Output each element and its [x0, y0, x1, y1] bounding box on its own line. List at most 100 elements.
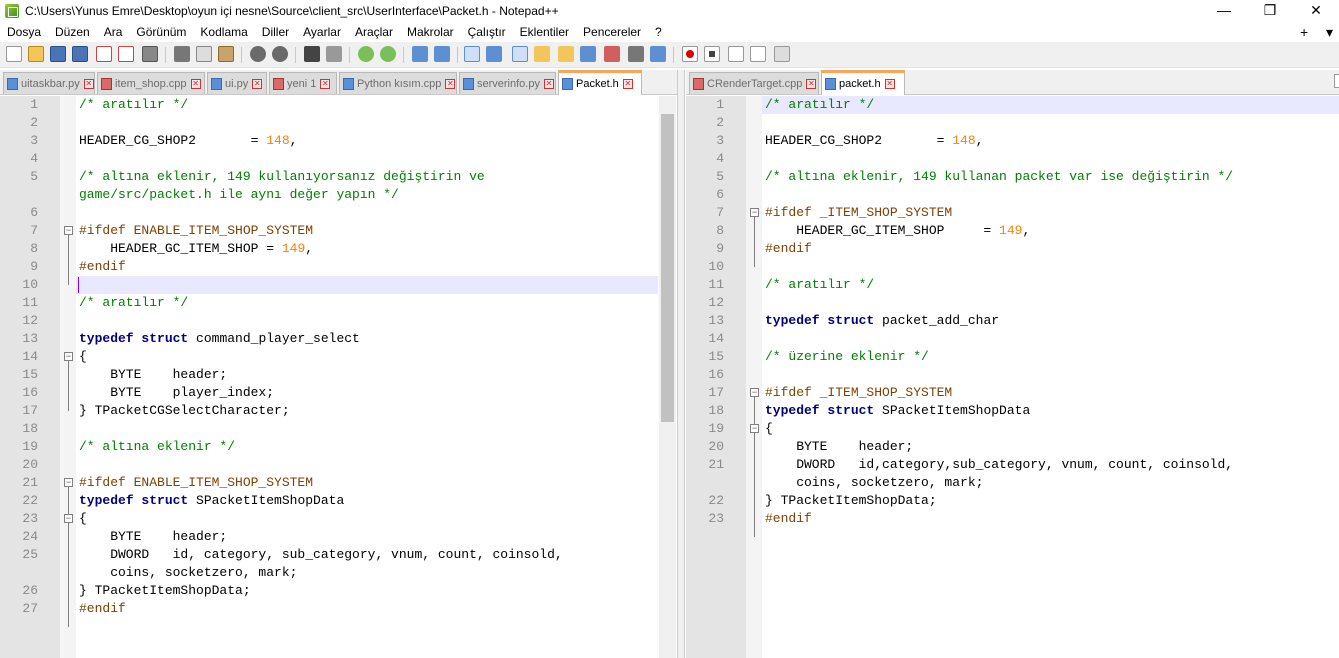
left-editor[interactable]: 1/* aratılır */2 3 HEADER_CG_SHOP2 = 148, 4…	[0, 96, 677, 658]
save-all-icon[interactable]	[72, 46, 88, 62]
close-tab-icon[interactable]: ✕	[445, 78, 456, 89]
code-line[interactable]: typedef struct packet_add_char	[765, 312, 999, 330]
code-line[interactable]: /* aratılır */	[765, 276, 874, 294]
function-list-icon[interactable]	[580, 46, 596, 62]
menu-dosya[interactable]: Dosya	[0, 22, 48, 42]
tab-packet-h-right[interactable]: packet.h ✕	[821, 70, 905, 95]
code-line[interactable]: /* üzerine eklenir */	[765, 348, 929, 366]
minimize-button[interactable]: —	[1201, 0, 1247, 22]
menu-makrolar[interactable]: Makrolar	[400, 22, 461, 42]
code-line[interactable]: #endif	[79, 258, 126, 276]
vertical-scrollbar[interactable]	[659, 96, 676, 658]
split-divider[interactable]	[677, 70, 685, 658]
cut-icon[interactable]	[174, 46, 190, 62]
code-line[interactable]: BYTE header;	[79, 366, 227, 384]
tab-yeni-1[interactable]: yeni 1 ✕	[269, 72, 337, 94]
tab-list-icon[interactable]: ▾	[1326, 22, 1333, 42]
menu-eklentiler[interactable]: Eklentiler	[513, 22, 576, 42]
close-tab-icon[interactable]: ✕	[622, 79, 633, 89]
code-line[interactable]: #ifdef _ITEM_SHOP_SYSTEM	[765, 204, 952, 222]
save-icon[interactable]	[50, 46, 66, 62]
code-line[interactable]: #endif	[765, 240, 812, 258]
sync-vertical-icon[interactable]	[412, 46, 428, 62]
code-line[interactable]: /* altına eklenir, 149 kullanan packet v…	[765, 168, 1233, 186]
stop-macro-icon[interactable]	[704, 46, 720, 62]
menu-ara[interactable]: Ara	[97, 22, 130, 42]
new-tab-plus-icon[interactable]: +	[1300, 22, 1308, 42]
find-icon[interactable]	[304, 46, 320, 62]
monitoring-icon[interactable]	[628, 46, 644, 62]
code-line[interactable]: /* altına eklenir */	[79, 438, 235, 456]
code-line[interactable]: typedef struct SPacketItemShopData	[79, 492, 344, 510]
tab-packet-h[interactable]: Packet.h ✕	[558, 70, 642, 95]
code-line[interactable]: #ifdef ENABLE_ITEM_SHOP_SYSTEM	[79, 222, 313, 240]
folder-workspace-icon[interactable]	[604, 46, 620, 62]
open-file-icon[interactable]	[28, 46, 44, 62]
code-line[interactable]: /* aratılır */	[79, 294, 188, 312]
close-file-icon[interactable]	[96, 46, 112, 62]
tab-scroll-icon[interactable]	[1334, 74, 1339, 88]
code-line[interactable]: game/src/packet.h ile aynı değer yapın *…	[79, 186, 399, 204]
menu-ayarlar[interactable]: Ayarlar	[296, 22, 348, 42]
code-line[interactable]: } TPacketItemShopData;	[765, 492, 937, 510]
udl-icon[interactable]	[534, 46, 550, 62]
sync-horizontal-icon[interactable]	[434, 46, 450, 62]
code-line[interactable]: #ifdef ENABLE_ITEM_SHOP_SYSTEM	[79, 474, 313, 492]
tab-serverinfo[interactable]: serverinfo.py ✕	[459, 72, 556, 94]
save-macro-icon[interactable]	[774, 46, 790, 62]
menu-pencereler[interactable]: Pencereler	[576, 22, 648, 42]
fold-toggle-icon[interactable]: −	[750, 424, 759, 433]
code-line[interactable]: coins, socketzero, mark;	[79, 564, 297, 582]
tab-python-kisim[interactable]: Python kısım.cpp ✕	[339, 72, 457, 94]
indent-guide-icon[interactable]	[512, 46, 528, 62]
tab-uitaskbar[interactable]: uitaskbar.py ✕	[3, 72, 95, 94]
restore-button[interactable]: ❐	[1247, 0, 1293, 22]
code-line[interactable]: coins, socketzero, mark;	[765, 474, 983, 492]
tab-item-shop[interactable]: item_shop.cpp ✕	[97, 72, 205, 94]
paste-icon[interactable]	[218, 46, 234, 62]
right-editor[interactable]: 1/* aratılır */2 3 HEADER_CG_SHOP2 = 148, 4…	[686, 96, 1339, 658]
close-tab-icon[interactable]: ✕	[884, 79, 895, 89]
code-line[interactable]: HEADER_GC_ITEM_SHOP = 149,	[79, 240, 313, 258]
menu-calistir[interactable]: Çalıştır	[461, 22, 513, 42]
code-line[interactable]: BYTE header;	[79, 528, 227, 546]
close-all-icon[interactable]	[118, 46, 134, 62]
code-line[interactable]: #ifdef _ITEM_SHOP_SYSTEM	[765, 384, 952, 402]
code-line[interactable]: } TPacketItemShopData;	[79, 582, 251, 600]
menu-duzen[interactable]: Düzen	[48, 22, 97, 42]
record-macro-icon[interactable]	[682, 46, 698, 62]
code-line[interactable]: /* aratılır */	[79, 96, 188, 114]
fold-toggle-icon[interactable]: −	[64, 226, 73, 235]
menu-araclar[interactable]: Araçlar	[348, 22, 400, 42]
copy-icon[interactable]	[196, 46, 212, 62]
menu-kodlama[interactable]: Kodlama	[193, 22, 254, 42]
close-tab-icon[interactable]: ✕	[252, 78, 263, 89]
menu-diller[interactable]: Diller	[255, 22, 296, 42]
zoom-out-icon[interactable]	[380, 46, 396, 62]
code-line[interactable]: BYTE player_index;	[79, 384, 274, 402]
close-tab-icon[interactable]: ✕	[543, 78, 554, 89]
code-line[interactable]: HEADER_CG_SHOP2 = 148,	[765, 132, 983, 150]
undo-icon[interactable]	[250, 46, 266, 62]
menu-help[interactable]: ?	[648, 22, 669, 42]
code-line[interactable]: typedef struct command_player_select	[79, 330, 360, 348]
print-icon[interactable]	[142, 46, 158, 62]
tab-crendertarget[interactable]: CRenderTarget.cpp ✕	[689, 72, 819, 94]
code-line[interactable]: #endif	[79, 600, 126, 618]
replace-icon[interactable]	[326, 46, 342, 62]
code-line[interactable]: {	[765, 420, 773, 438]
code-line[interactable]: /* aratılır */	[765, 96, 874, 114]
doc-map-icon[interactable]	[558, 46, 574, 62]
code-line[interactable]: {	[79, 510, 87, 528]
code-line[interactable]: DWORD id, category, sub_category, vnum, …	[79, 546, 562, 564]
fold-toggle-icon[interactable]: −	[64, 478, 73, 487]
new-file-icon[interactable]	[6, 46, 22, 62]
fold-toggle-icon[interactable]: −	[64, 352, 73, 361]
code-line[interactable]: HEADER_GC_ITEM_SHOP = 149,	[765, 222, 1030, 240]
code-line[interactable]: BYTE header;	[765, 438, 913, 456]
redo-icon[interactable]	[272, 46, 288, 62]
close-tab-icon[interactable]: ✕	[83, 78, 94, 89]
fold-margin[interactable]	[746, 96, 762, 658]
close-tab-icon[interactable]: ✕	[806, 78, 817, 89]
code-line[interactable]: #endif	[765, 510, 812, 528]
